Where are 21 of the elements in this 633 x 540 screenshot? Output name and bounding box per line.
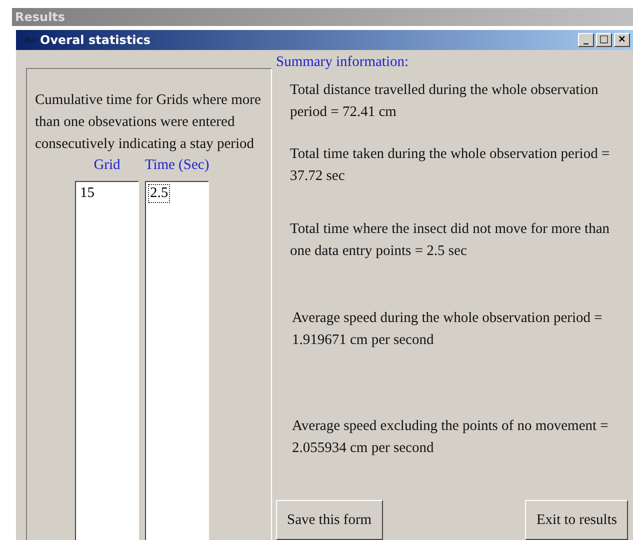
stay-description: Cumulative time for Grids where more than one obsevations were entered consecutively indicating a stay period: [35, 91, 262, 154]
minimize-button[interactable]: _: [578, 33, 594, 47]
list-item[interactable]: 15: [78, 184, 96, 203]
list-item[interactable]: 2.5: [148, 184, 170, 203]
summary-text: Total time where the insect did not move for more than one data entry points = 2.5 sec: [290, 220, 610, 261]
summary-text: Average speed excluding the points of no movement = 2.055934 cm per second: [292, 417, 610, 458]
form-button[interactable]: Exit to results: [525, 500, 628, 540]
column-heading: Time (Sec): [144, 157, 210, 175]
app-icon: [24, 35, 36, 45]
list-box[interactable]: 2.5: [145, 181, 209, 540]
summary-text: Total distance travelled during the whole observation period = 72.41 cm: [290, 81, 600, 122]
summary-heading: Summary information:: [276, 54, 410, 71]
form-button[interactable]: Save this form: [276, 500, 383, 540]
parent-window-title: Results: [15, 10, 66, 24]
window-title: Overal statistics: [40, 33, 152, 47]
summary-text: Total time taken during the whole observation period = 37.72 sec: [290, 145, 610, 186]
list-box[interactable]: 15: [75, 181, 139, 540]
close-button[interactable]: ×: [614, 33, 630, 47]
summary-text: Average speed during the whole observation period = 1.919671 cm per second: [292, 309, 604, 350]
column-heading: Grid: [94, 157, 120, 175]
maximize-button[interactable]: □: [596, 33, 612, 47]
